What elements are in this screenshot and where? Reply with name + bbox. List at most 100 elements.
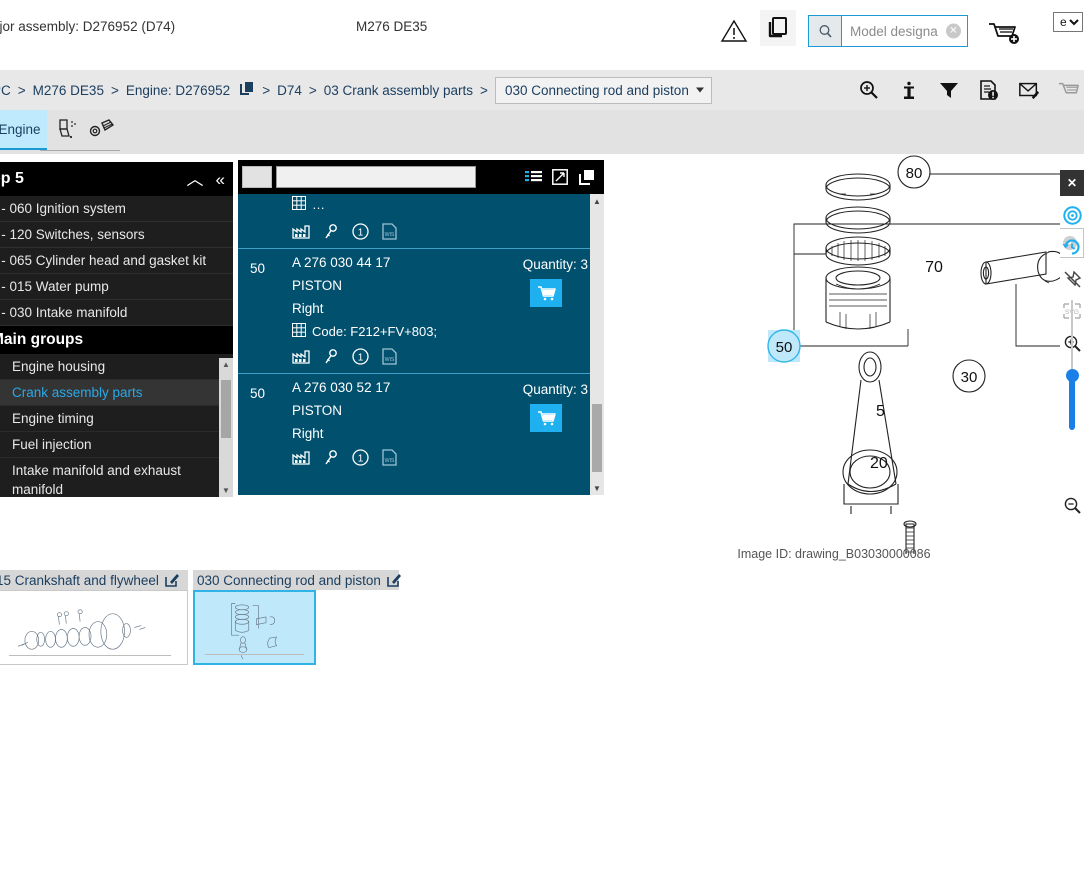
thumbnail-connecting-rod[interactable]: 030 Connecting rod and piston bbox=[193, 570, 399, 665]
breadcrumb-item-model[interactable]: M276 DE35 bbox=[33, 83, 104, 98]
top5-item-1[interactable]: 5 - 120 Switches, sensors bbox=[0, 222, 233, 248]
factory-icon[interactable] bbox=[292, 349, 311, 364]
parts-list-panel: … bbox=[238, 160, 604, 495]
breadcrumb-separator: > bbox=[309, 83, 317, 98]
close-icon[interactable]: ✕ bbox=[1060, 170, 1084, 196]
search-icon[interactable] bbox=[809, 16, 842, 46]
clear-circle-icon[interactable]: ✕ bbox=[946, 24, 961, 39]
cart-icon[interactable] bbox=[1058, 78, 1080, 102]
breadcrumb-item-engine[interactable]: Engine: D276952 bbox=[126, 83, 230, 98]
table-row[interactable]: 50 A 276 030 52 17 PISTON Right bbox=[238, 373, 604, 474]
scrollbar-thumb[interactable] bbox=[221, 380, 231, 438]
sidebar-item-intake-manifold-cont[interactable]: manifold bbox=[0, 482, 233, 496]
thumbnail-label[interactable]: 030 Connecting rod and piston bbox=[193, 570, 399, 590]
parts-scrollbar[interactable]: ▲ ▼ bbox=[590, 194, 604, 495]
wis-document-icon[interactable]: WIS bbox=[382, 223, 397, 240]
parts-rows: … bbox=[238, 194, 604, 495]
copy-documents-icon[interactable] bbox=[760, 10, 796, 46]
paint-spray-icon bbox=[55, 117, 81, 144]
svg-text:1: 1 bbox=[358, 454, 364, 465]
group-number: 1 bbox=[0, 359, 12, 374]
parts-filter-box[interactable] bbox=[242, 166, 272, 188]
sidebar-item-fuel-injection[interactable]: 7 Fuel injection bbox=[0, 432, 233, 458]
expand-fullscreen-icon[interactable] bbox=[552, 169, 568, 185]
part-code: … bbox=[312, 197, 325, 212]
top5-title: op 5 bbox=[0, 170, 24, 188]
note-1-icon[interactable]: 1 bbox=[352, 449, 369, 466]
language-select[interactable]: en bbox=[1053, 12, 1083, 32]
add-to-cart-icon[interactable] bbox=[530, 404, 562, 432]
detach-window-icon[interactable] bbox=[578, 169, 596, 186]
wis-document-icon[interactable]: WIS bbox=[382, 449, 397, 466]
reset-history-icon[interactable] bbox=[1060, 234, 1084, 260]
breadcrumb-item-group[interactable]: 03 Crank assembly parts bbox=[324, 83, 473, 98]
part-code: Code: F212+FV+803; bbox=[312, 324, 437, 339]
top5-item-label: 1 - 065 Cylinder head and gasket kit bbox=[0, 253, 206, 268]
breadcrumb-separator: > bbox=[111, 83, 119, 98]
sidebar-item-intake-manifold[interactable]: 4 Intake manifold and exhaust bbox=[0, 458, 233, 482]
scrollbar-thumb[interactable] bbox=[592, 404, 602, 472]
svg-text:WIS: WIS bbox=[385, 232, 395, 238]
factory-icon[interactable] bbox=[292, 450, 311, 465]
grid-code-icon bbox=[292, 196, 306, 213]
table-row[interactable]: … bbox=[238, 194, 604, 248]
chevron-down-icon bbox=[696, 88, 704, 93]
main-groups-title: Main groups bbox=[0, 331, 83, 349]
thumbnail-label[interactable]: 15 Crankshaft and flywheel bbox=[0, 570, 188, 590]
zoom-in-icon[interactable] bbox=[858, 78, 880, 102]
svg-text:WIS: WIS bbox=[385, 458, 395, 464]
breadcrumb-item-pc[interactable]: PC bbox=[0, 83, 11, 98]
tab-engine[interactable]: Engine bbox=[0, 110, 47, 150]
chevron-up-icon[interactable]: ︿ bbox=[187, 171, 204, 188]
key-icon[interactable] bbox=[324, 224, 339, 240]
technical-drawing[interactable]: 80 70 50 30 5 20 bbox=[608, 154, 1060, 554]
top5-item-4[interactable]: 4 - 030 Intake manifold bbox=[0, 300, 233, 326]
zoom-slider-knob[interactable] bbox=[1066, 369, 1079, 382]
thumbnail-image[interactable] bbox=[0, 590, 188, 665]
top5-item-0[interactable]: 5 - 060 Ignition system bbox=[0, 196, 233, 222]
zoom-slider[interactable] bbox=[1066, 300, 1078, 430]
key-icon[interactable] bbox=[324, 450, 339, 466]
top5-item-2[interactable]: 1 - 065 Cylinder head and gasket kit bbox=[0, 248, 233, 274]
zoom-out-icon[interactable] bbox=[1060, 492, 1084, 518]
edit-square-icon[interactable] bbox=[165, 573, 179, 587]
note-1-icon[interactable]: 1 bbox=[352, 348, 369, 365]
edit-square-icon[interactable] bbox=[387, 573, 401, 587]
note-1-icon[interactable]: 1 bbox=[352, 223, 369, 240]
breadcrumb-separator: > bbox=[480, 83, 488, 98]
warning-triangle-icon[interactable] bbox=[720, 18, 748, 44]
scroll-down-arrow-icon[interactable]: ▼ bbox=[590, 481, 604, 495]
target-focus-icon[interactable] bbox=[1060, 202, 1084, 228]
tab-fasteners[interactable] bbox=[82, 110, 122, 150]
double-chevron-left-icon[interactable]: « bbox=[216, 171, 225, 188]
sidebar-item-engine-timing[interactable]: 5 Engine timing bbox=[0, 406, 233, 432]
key-icon[interactable] bbox=[324, 349, 339, 365]
unpin-icon[interactable] bbox=[1060, 266, 1084, 292]
top5-item-3[interactable]: 0 - 015 Water pump bbox=[0, 274, 233, 300]
info-icon[interactable] bbox=[898, 78, 920, 102]
list-view-icon[interactable] bbox=[525, 170, 542, 185]
document-alert-icon[interactable] bbox=[978, 78, 1000, 102]
breadcrumb-item-d74[interactable]: D74 bbox=[277, 83, 302, 98]
duplicate-window-icon[interactable] bbox=[239, 81, 255, 100]
add-to-cart-icon[interactable] bbox=[530, 279, 562, 307]
scroll-up-arrow-icon[interactable]: ▲ bbox=[219, 358, 233, 371]
cart-add-icon[interactable] bbox=[986, 20, 1022, 46]
filter-icon[interactable] bbox=[938, 78, 960, 102]
sidebar-scrollbar[interactable]: ▲ ▼ bbox=[219, 358, 233, 497]
mail-edit-icon[interactable] bbox=[1018, 78, 1040, 102]
table-row[interactable]: 50 A 276 030 44 17 PISTON Right bbox=[238, 248, 604, 373]
breadcrumb-current-dropdown[interactable]: 030 Connecting rod and piston bbox=[495, 77, 712, 104]
tab-engine-label: Engine bbox=[0, 122, 41, 137]
factory-icon[interactable] bbox=[292, 224, 311, 239]
parts-search-input[interactable] bbox=[276, 166, 476, 188]
svg-text:WIS: WIS bbox=[385, 357, 395, 363]
scroll-down-arrow-icon[interactable]: ▼ bbox=[219, 484, 233, 497]
thumbnail-crankshaft[interactable]: 15 Crankshaft and flywheel bbox=[0, 570, 188, 665]
thumbnail-image[interactable] bbox=[193, 590, 316, 665]
sidebar-item-engine-housing[interactable]: 1 Engine housing bbox=[0, 354, 233, 380]
sidebar-item-crank-assembly-parts[interactable]: 3 Crank assembly parts bbox=[0, 380, 233, 406]
wis-document-icon[interactable]: WIS bbox=[382, 348, 397, 365]
scroll-up-arrow-icon[interactable]: ▲ bbox=[590, 194, 604, 208]
breadcrumb-toolbar bbox=[858, 70, 1080, 110]
